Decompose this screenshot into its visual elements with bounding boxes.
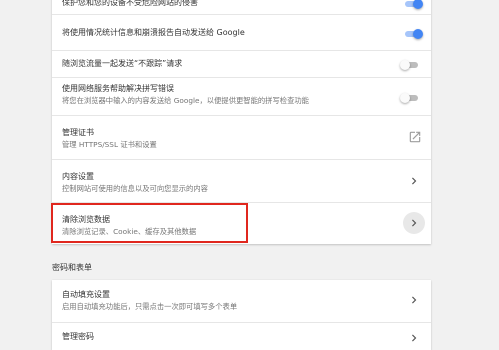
setting-row-label: 随浏览流量一起发送“不跟踪”请求	[62, 59, 183, 68]
usage-stats-toggle[interactable]	[404, 28, 423, 39]
clear-browsing-data-button[interactable]	[403, 212, 425, 234]
setting-row-autofill[interactable]: 自动填充设置 启用自动填充功能后，只需点击一次即可填写多个表单	[52, 280, 431, 322]
setting-row-manage-certificates[interactable]: 管理证书 管理 HTTPS/SSL 证书和设置	[52, 116, 431, 158]
setting-row-usage-stats[interactable]: 将使用情况统计信息和崩溃报告自动发送给 Google	[52, 15, 431, 50]
chevron-right-icon[interactable]	[407, 174, 421, 188]
chevron-right-icon[interactable]	[407, 293, 421, 307]
setting-row-content-settings[interactable]: 内容设置 控制网站可使用的信息以及可向您显示的内容	[52, 160, 431, 202]
spelling-service-toggle[interactable]	[400, 92, 419, 103]
setting-row-sublabel: 启用自动填充功能后，只需点击一次即可填写多个表单	[62, 302, 238, 311]
chevron-right-icon	[412, 219, 417, 227]
setting-row-sublabel: 控制网站可使用的信息以及可向您显示的内容	[62, 184, 208, 193]
do-not-track-toggle[interactable]	[400, 59, 419, 70]
highlight-box	[51, 203, 248, 243]
chevron-right-icon[interactable]	[407, 331, 421, 345]
setting-row-label: 内容设置	[62, 172, 94, 181]
setting-row-label: 管理证书	[62, 128, 94, 137]
setting-row-sublabel: 管理 HTTPS/SSL 证书和设置	[62, 140, 157, 149]
safe-browsing-toggle[interactable]	[404, 0, 423, 9]
setting-row-label: 使用网络服务帮助解决拼写错误	[62, 84, 174, 93]
setting-row-label: 自动填充设置	[62, 290, 110, 299]
setting-row-do-not-track[interactable]: 随浏览流量一起发送“不跟踪”请求	[52, 51, 431, 77]
setting-row-sublabel: 将您在浏览器中输入的内容发送给 Google，以便提供更智能的拼写检查功能	[62, 96, 309, 105]
setting-row-label: 管理密码	[62, 332, 94, 341]
passwords-forms-card: 自动填充设置 启用自动填充功能后，只需点击一次即可填写多个表单 管理密码	[52, 280, 431, 350]
section-title: 密码和表单	[52, 263, 92, 272]
setting-row-manage-passwords[interactable]: 管理密码	[52, 323, 431, 350]
setting-row-label: 保护您和您的设备不受危险网站的侵害	[62, 0, 198, 7]
open-in-new-icon[interactable]	[408, 130, 422, 144]
setting-row-label: 将使用情况统计信息和崩溃报告自动发送给 Google	[62, 28, 245, 37]
setting-row-safe-browsing[interactable]: 保护您和您的设备不受危险网站的侵害	[52, 0, 431, 14]
setting-row-spelling-service[interactable]: 使用网络服务帮助解决拼写错误 将您在浏览器中输入的内容发送给 Google，以便…	[52, 78, 431, 114]
